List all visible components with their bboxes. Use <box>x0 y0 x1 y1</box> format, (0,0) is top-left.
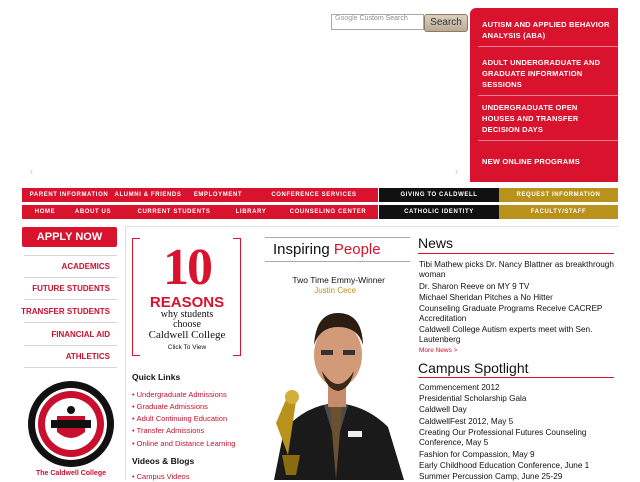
reasons-cta[interactable]: Click To View <box>132 344 242 351</box>
bullet-icon: • <box>132 390 135 399</box>
carousel-next-icon[interactable]: › <box>455 166 458 176</box>
nav-top: PARENT INFORMATION ALUMNI & FRIENDS EMPL… <box>22 188 618 202</box>
quick-link-label: Adult Continuing Education <box>136 414 228 423</box>
spotlight-item[interactable]: Commencement 2012 <box>419 383 619 393</box>
nav-counseling[interactable]: COUNSELING CENTER <box>280 205 376 219</box>
feature-person: Justin Cece <box>314 286 356 295</box>
spotlight-item[interactable]: Presidential Scholarship Gala <box>419 394 619 404</box>
spotlight-item[interactable]: CaldwellFest 2012, May 5 <box>419 417 619 427</box>
nav-library[interactable]: LIBRARY <box>226 205 276 219</box>
carousel-prev-icon[interactable]: ‹ <box>30 166 33 176</box>
bullet-icon: • <box>132 426 135 435</box>
apply-now-button[interactable]: APPLY NOW <box>22 227 117 247</box>
nav-bottom: HOME ABOUT US CURRENT STUDENTS LIBRARY C… <box>22 205 618 219</box>
promo-info-sessions[interactable]: ADULT UNDERGRADUATE AND GRADUATE INFORMA… <box>482 57 610 90</box>
news-item[interactable]: Dr. Sharon Reeve on MY 9 TV <box>419 282 619 292</box>
feature-divider <box>265 261 410 262</box>
content-divider <box>125 226 618 227</box>
seal-caption: The Caldwell College <box>35 470 106 477</box>
frame-corner <box>132 238 140 239</box>
sidebar-future-students[interactable]: FUTURE STUDENTS <box>14 284 110 293</box>
spotlight-item[interactable]: Fashion for Compassion, May 9 <box>419 450 619 460</box>
promo-open-houses[interactable]: UNDERGRADUATE OPEN HOUSES AND TRANSFER D… <box>482 102 610 135</box>
search-placeholder: Custom Search <box>359 15 408 22</box>
sidebar-divider <box>24 255 117 256</box>
news-heading: News <box>418 235 454 251</box>
nav-conference[interactable]: CONFERENCE SERVICES <box>252 188 376 202</box>
feature-divider <box>265 237 410 238</box>
sidebar-transfer-students[interactable]: TRANSFER STUDENTS <box>14 307 110 316</box>
news-item[interactable]: Counseling Graduate Programs Receive CAC… <box>419 304 619 324</box>
google-brand: Google <box>335 15 358 22</box>
sidebar-financial-aid[interactable]: FINANCIAL AID <box>14 330 110 339</box>
sidebar-athletics[interactable]: ATHLETICS <box>14 352 110 361</box>
spotlight-item[interactable]: Early Childhood Education Conference, Ju… <box>419 461 619 471</box>
sidebar-divider <box>24 367 117 368</box>
quick-link[interactable]: • Transfer Admissions <box>132 426 204 435</box>
search-button[interactable]: Search <box>424 14 468 32</box>
promo-aba[interactable]: AUTISM AND APPLIED BEHAVIOR ANALYSIS (AB… <box>482 19 610 41</box>
bullet-icon: • <box>132 414 135 423</box>
quick-link-label: Online and Distance Learning <box>136 439 236 448</box>
spotlight-rule <box>418 377 614 378</box>
reasons-line3: Caldwell College <box>148 329 226 341</box>
spotlight-heading: Campus Spotlight <box>418 360 529 376</box>
more-news-link[interactable]: More News > <box>419 347 457 354</box>
quick-link[interactable]: • Graduate Admissions <box>132 402 208 411</box>
quick-link[interactable]: • Undergraduate Admissions <box>132 390 227 399</box>
sidebar-academics[interactable]: ACADEMICS <box>14 262 110 271</box>
quick-link-label: Undergraduate Admissions <box>136 390 227 399</box>
promo-panel: AUTISM AND APPLIED BEHAVIOR ANALYSIS (AB… <box>470 8 618 182</box>
content-divider <box>125 226 126 480</box>
feature-caption: Two Time Emmy-Winner <box>292 275 385 285</box>
featured-person-photo-icon[interactable] <box>266 305 410 480</box>
feature-title-part1: Inspiring <box>273 241 334 258</box>
quick-link[interactable]: • Adult Continuing Education <box>132 414 227 423</box>
promo-online-programs[interactable]: NEW ONLINE PROGRAMS <box>482 156 610 167</box>
news-item[interactable]: Caldwell College Autism experts meet wit… <box>419 325 619 345</box>
news-rule <box>418 253 614 254</box>
promo-divider <box>478 95 618 96</box>
reasons-word: REASONS <box>149 294 225 311</box>
nav-giving[interactable]: GIVING TO CALDWELL <box>379 188 499 202</box>
reasons-number: 10 <box>163 239 213 296</box>
quick-link-label: Transfer Admissions <box>136 426 205 435</box>
frame-corner <box>132 355 140 356</box>
spotlight-item[interactable]: Creating Our Professional Futures Counse… <box>419 428 619 448</box>
quick-links-heading: Quick Links <box>132 372 181 382</box>
feature-title-part2: People <box>333 241 381 258</box>
news-item[interactable]: Tibi Mathew picks Dr. Nancy Blattner as … <box>419 260 619 280</box>
videos-heading: Videos & Blogs <box>132 456 195 466</box>
promo-divider <box>478 46 618 47</box>
spotlight-item[interactable]: Summer Percussion Camp, June 25-29 <box>419 472 619 482</box>
sidebar-divider <box>24 345 117 346</box>
nav-employment[interactable]: EMPLOYMENT <box>184 188 252 202</box>
nav-parent-info[interactable]: PARENT INFORMATION <box>26 188 112 202</box>
sidebar-divider <box>24 299 117 300</box>
spotlight-item[interactable]: Caldwell Day <box>419 405 619 415</box>
nav-about[interactable]: ABOUT US <box>66 205 120 219</box>
bullet-icon: • <box>132 439 135 448</box>
nav-current-students[interactable]: CURRENT STUDENTS <box>126 205 222 219</box>
feature-title: Inspiring People <box>273 241 381 258</box>
news-item[interactable]: Michael Sheridan Pitches a No Hitter <box>419 293 619 303</box>
promo-divider <box>478 140 618 141</box>
quick-link[interactable]: • Online and Distance Learning <box>132 439 235 448</box>
ten-reasons-promo[interactable]: 10 REASONS why students choose Caldwell … <box>132 238 242 358</box>
sidebar-divider <box>24 322 117 323</box>
nav-home[interactable]: HOME <box>26 205 64 219</box>
search-input[interactable]: Google Custom Search <box>331 14 424 30</box>
college-seal-icon <box>28 381 114 467</box>
nav-request-info[interactable]: REQUEST INFORMATION <box>499 188 618 202</box>
nav-catholic-identity[interactable]: CATHOLIC IDENTITY <box>379 205 499 219</box>
nav-faculty-staff[interactable]: FACULTY/STAFF <box>499 205 618 219</box>
sidebar-divider <box>24 277 117 278</box>
quick-link-label: Graduate Admissions <box>136 402 208 411</box>
frame-corner <box>233 355 241 356</box>
bullet-icon: • <box>132 402 135 411</box>
nav-alumni[interactable]: ALUMNI & FRIENDS <box>112 188 184 202</box>
